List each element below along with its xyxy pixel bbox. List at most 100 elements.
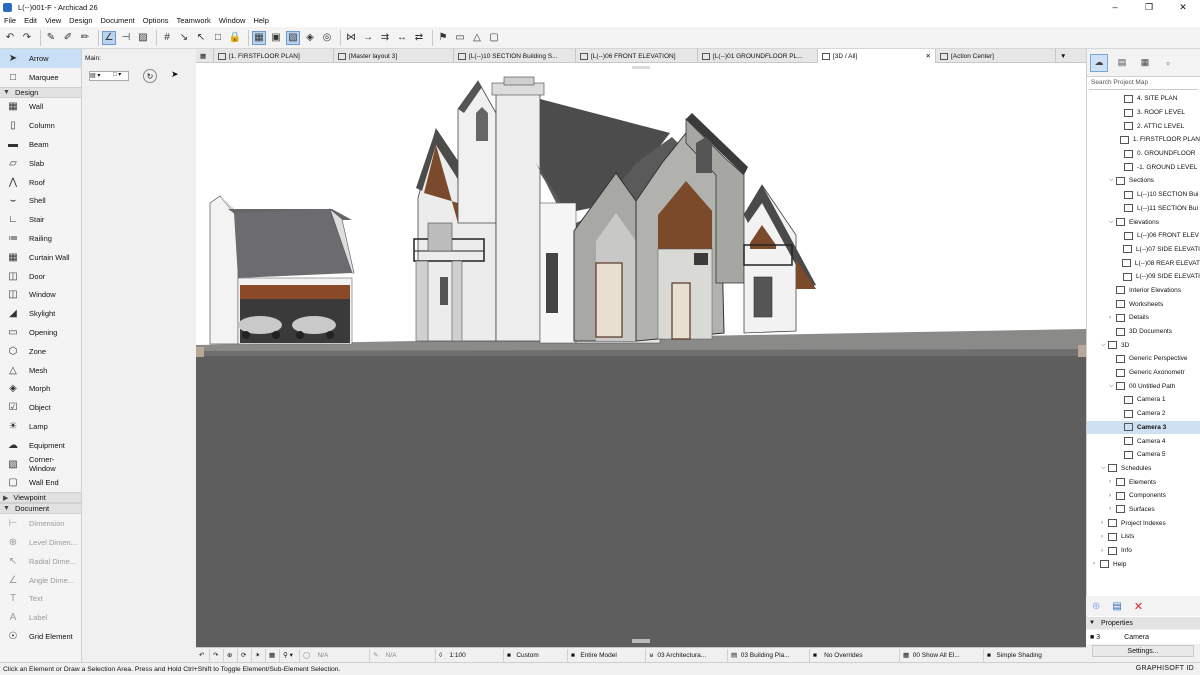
tab-front-elevation[interactable]: [L(--)06 FRONT ELEVATION]: [576, 49, 698, 63]
project-map-item[interactable]: 1. FIRSTFLOOR PLAN: [1087, 133, 1200, 147]
stretch-icon[interactable]: ↔: [395, 31, 409, 45]
project-map-item[interactable]: Generic Perspective: [1087, 352, 1200, 366]
project-map-item[interactable]: ⌵ 3D: [1087, 338, 1200, 352]
publisher-sets-icon[interactable]: ▫: [1159, 54, 1177, 72]
tool-wall-end[interactable]: ▢ Wall End: [0, 474, 81, 493]
trim-icon[interactable]: ⋈: [344, 31, 358, 45]
redo-icon[interactable]: ↷: [20, 31, 34, 45]
tool-wall[interactable]: ▦ Wall: [0, 98, 81, 117]
section-marker-icon[interactable]: ▭: [453, 31, 467, 45]
project-map-item[interactable]: L(--)11 SECTION Bui: [1087, 202, 1200, 216]
selection-method-selector[interactable]: □ ▾: [113, 71, 135, 81]
snap-points-icon[interactable]: ▨: [136, 31, 150, 45]
pen-set-selector[interactable]: ▤ 03 Building Pla...: [728, 648, 810, 662]
view-setting-selector[interactable]: ■ Custom: [504, 648, 568, 662]
project-map-search[interactable]: Search Project Map: [1089, 79, 1198, 90]
tab-master-layout[interactable]: [Master layout 3]: [334, 49, 454, 63]
tool-equipment[interactable]: ☁ Equipment: [0, 436, 81, 455]
tool-window[interactable]: ◫ Window: [0, 286, 81, 305]
shading-selector[interactable]: ■ Simple Shading: [984, 649, 1072, 662]
tool-corner-window[interactable]: ▧ Corner-Window: [0, 455, 81, 474]
tool-dimension[interactable]: ⊢ Dimension: [0, 514, 81, 533]
project-map-item[interactable]: › Lists: [1087, 530, 1200, 544]
tab-menu-icon[interactable]: ▦: [196, 49, 214, 63]
renovation-filter-selector[interactable]: ▦ 00 Show All El...: [900, 648, 984, 662]
chevron-right-icon[interactable]: ›: [1101, 534, 1108, 540]
project-map-item[interactable]: › Elements: [1087, 475, 1200, 489]
model-filter-selector[interactable]: ■ Entire Model: [568, 648, 646, 662]
undo-zoom-icon[interactable]: ↶: [196, 648, 210, 662]
project-map-item[interactable]: -1. GROUND LEVEL: [1087, 160, 1200, 174]
close-icon[interactable]: ✕: [920, 52, 931, 60]
chevron-right-icon[interactable]: ›: [1101, 548, 1108, 554]
menu-teamwork[interactable]: Teamwork: [173, 16, 215, 25]
project-map-item[interactable]: › Help: [1087, 557, 1200, 571]
project-map-item[interactable]: 2. ATTIC LEVEL: [1087, 119, 1200, 133]
tool-door[interactable]: ◫ Door: [0, 267, 81, 286]
menu-document[interactable]: Document: [97, 16, 139, 25]
tab-firstfloor-plan[interactable]: [1. FIRSTFLOOR PLAN]: [214, 49, 334, 63]
tool-label[interactable]: A Label: [0, 608, 81, 627]
fit-in-window-icon[interactable]: ▦: [266, 648, 280, 662]
save-view-icon[interactable]: ▤: [1112, 601, 1121, 612]
project-map-item[interactable]: Camera 1: [1087, 393, 1200, 407]
tab-action-center[interactable]: [Action Center]: [936, 49, 1056, 63]
menu-help[interactable]: Help: [249, 16, 272, 25]
menu-design[interactable]: Design: [65, 16, 96, 25]
tool-lamp[interactable]: ☀ Lamp: [0, 417, 81, 436]
angle-field[interactable]: ◯ N/A: [300, 648, 370, 662]
project-map-item[interactable]: Camera 3: [1087, 420, 1200, 435]
tab-3d-all[interactable]: [3D / All] ✕: [818, 49, 936, 63]
document-group-header[interactable]: ▼ Document: [0, 503, 81, 515]
inject-parameters-icon[interactable]: ✐: [61, 31, 75, 45]
tool-slab[interactable]: ▱ Slab: [0, 154, 81, 173]
menu-view[interactable]: View: [41, 16, 65, 25]
menu-edit[interactable]: Edit: [20, 16, 41, 25]
graphic-override-selector[interactable]: ■ No Overrides: [810, 648, 900, 662]
delete-icon[interactable]: ✕: [1134, 600, 1143, 613]
project-map-item[interactable]: ⌵ Elevations: [1087, 215, 1200, 229]
3d-style-icon[interactable]: ◎: [320, 31, 334, 45]
chevron-down-icon[interactable]: ⌵: [1109, 177, 1116, 184]
guide-lines-icon[interactable]: ∠: [102, 30, 116, 45]
chevron-right-icon[interactable]: ›: [1101, 520, 1108, 526]
maximize-icon[interactable]: ❐: [1132, 0, 1166, 14]
tool-stair[interactable]: ∟ Stair: [0, 210, 81, 229]
project-map-item[interactable]: › Components: [1087, 489, 1200, 503]
graphisoft-id-link[interactable]: GRAPHISOFT ID: [1086, 662, 1200, 675]
redo-zoom-icon[interactable]: ↷: [210, 648, 224, 662]
project-map-item[interactable]: ⌵ 00 Untitled Path: [1087, 379, 1200, 393]
layer-combination-selector[interactable]: ⊎ 03 Architectura...: [646, 648, 728, 662]
project-map-item[interactable]: L(--)10 SECTION Bui: [1087, 188, 1200, 202]
project-map-item[interactable]: › Info: [1087, 544, 1200, 558]
lock-icon[interactable]: 🔒: [228, 31, 242, 45]
layout-icon[interactable]: ▦: [252, 30, 266, 45]
project-map-item[interactable]: L(--)07 SIDE ELEVATI: [1087, 243, 1200, 257]
orbit-icon[interactable]: ⟳: [238, 648, 252, 662]
chevron-down-icon[interactable]: ⌵: [1109, 219, 1116, 226]
3d-view-icon[interactable]: ◈: [303, 31, 317, 45]
project-map-item[interactable]: Generic Axonometr: [1087, 366, 1200, 380]
detail-marker-icon[interactable]: ▢: [487, 31, 501, 45]
project-map-item[interactable]: Worksheets: [1087, 297, 1200, 311]
chevron-right-icon[interactable]: ›: [1109, 506, 1116, 512]
flag-icon[interactable]: ⚑: [436, 31, 450, 45]
chevron-right-icon[interactable]: ›: [1109, 315, 1116, 321]
tool-beam[interactable]: ▬ Beam: [0, 135, 81, 154]
tab-overflow-icon[interactable]: ▼: [1056, 49, 1086, 63]
project-map-item[interactable]: ⌵ Schedules: [1087, 462, 1200, 476]
tool-marquee[interactable]: □ Marquee: [0, 68, 81, 87]
project-map-item[interactable]: › Surfaces: [1087, 503, 1200, 517]
suspend-groups-icon[interactable]: □: [211, 31, 225, 45]
project-map-item[interactable]: ⌵ Sections: [1087, 174, 1200, 188]
select-3d-icon[interactable]: ▣: [269, 31, 283, 45]
tool-mesh[interactable]: △ Mesh: [0, 361, 81, 380]
split-icon[interactable]: →: [361, 31, 375, 45]
project-map-item[interactable]: L(--)08 REAR ELEVAT: [1087, 256, 1200, 270]
tool-zone[interactable]: ⬡ Zone: [0, 342, 81, 361]
project-map-item[interactable]: L(--)09 SIDE ELEVATI: [1087, 270, 1200, 284]
tool-level-dimension[interactable]: ⊕ Level Dimen...: [0, 533, 81, 552]
project-map-item[interactable]: Camera 5: [1087, 448, 1200, 462]
tool-morph[interactable]: ◈ Morph: [0, 380, 81, 399]
settings-button[interactable]: Settings...: [1092, 645, 1194, 657]
